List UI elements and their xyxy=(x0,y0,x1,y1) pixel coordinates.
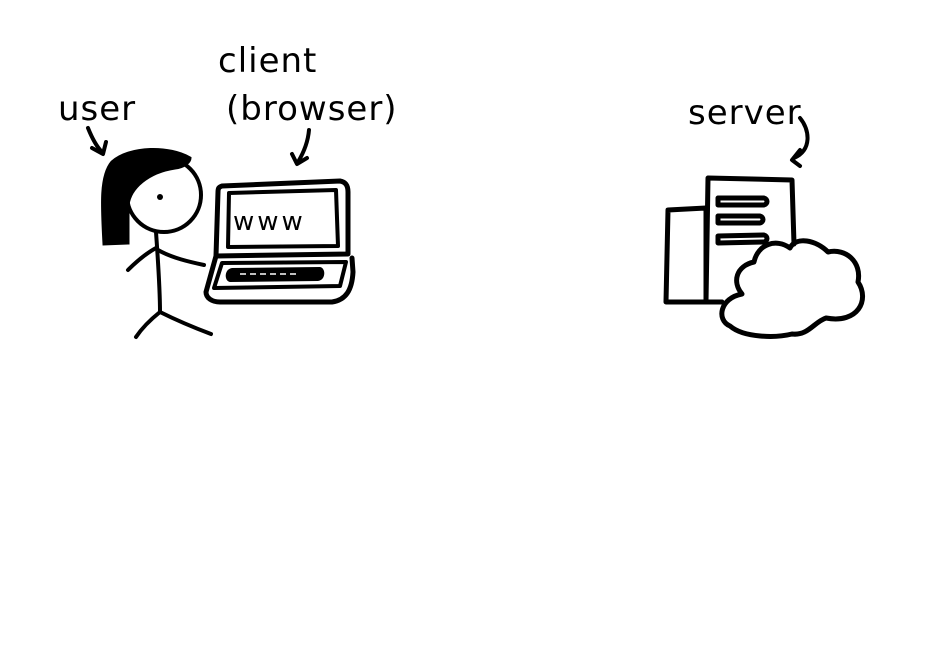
user-label: user xyxy=(58,89,136,129)
screen-www-text: www xyxy=(233,207,306,237)
user-arrow xyxy=(86,126,108,156)
eye-icon xyxy=(157,194,163,200)
server-building-icon xyxy=(663,175,797,305)
cloud-icon xyxy=(719,238,865,339)
client-arrow xyxy=(290,128,311,166)
browser-label: (browser) xyxy=(226,89,398,129)
client-label: client xyxy=(218,41,317,81)
laptop-icon: www xyxy=(203,178,356,305)
stick-figure-user-icon xyxy=(100,148,213,339)
server-label: server xyxy=(688,93,802,133)
client-server-diagram: user client (browser) server www xyxy=(58,41,865,339)
